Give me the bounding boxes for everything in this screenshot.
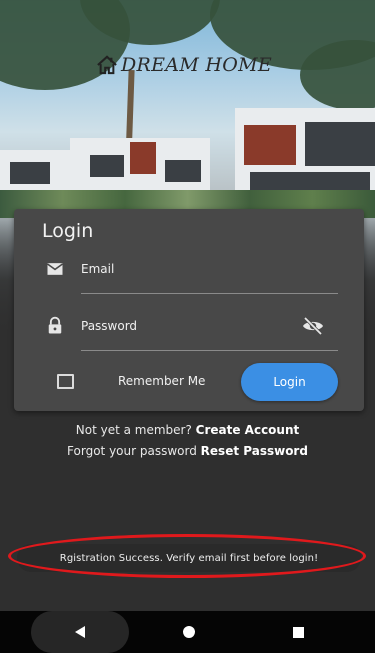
password-field[interactable]: Password <box>14 305 364 351</box>
member-prompt-text: Not yet a member? <box>75 423 192 437</box>
lock-icon <box>48 316 62 334</box>
password-label: Password <box>81 319 138 333</box>
house-window <box>165 160 201 182</box>
remember-me-label[interactable]: Remember Me <box>118 374 205 388</box>
house-window <box>90 155 124 177</box>
login-button[interactable]: Login <box>241 363 338 401</box>
email-underline <box>81 293 338 294</box>
back-triangle-icon <box>75 626 85 638</box>
create-account-link[interactable]: Create Account <box>196 423 300 437</box>
signup-prompt: Not yet a member? Create Account <box>0 423 375 437</box>
highlight-ellipse <box>8 534 366 578</box>
back-button[interactable] <box>31 611 129 653</box>
recents-button[interactable] <box>279 611 317 653</box>
email-field[interactable]: Email <box>14 248 364 294</box>
brand-logo: DREAM HOME <box>96 54 272 76</box>
house-window <box>305 122 375 166</box>
house-accent <box>244 125 296 165</box>
mail-icon <box>47 263 63 275</box>
password-underline <box>81 350 338 351</box>
brand-name: DREAM HOME <box>121 54 273 76</box>
home-circle-icon <box>183 626 195 638</box>
forgot-prompt-text: Forgot your password <box>67 444 197 458</box>
login-card: Login Email Password Remember Me Login <box>14 209 364 411</box>
house-window <box>10 162 50 184</box>
home-button[interactable] <box>170 611 208 653</box>
house-accent <box>130 142 156 174</box>
house-icon <box>97 55 117 75</box>
system-navigation-bar <box>0 611 375 653</box>
reset-password-link[interactable]: Reset Password <box>201 444 308 458</box>
visibility-off-icon[interactable] <box>301 314 325 338</box>
reset-prompt: Forgot your password Reset Password <box>0 444 375 458</box>
login-title: Login <box>42 220 94 242</box>
recents-square-icon <box>292 626 304 638</box>
email-label: Email <box>81 262 115 276</box>
remember-me-checkbox[interactable] <box>57 374 74 389</box>
